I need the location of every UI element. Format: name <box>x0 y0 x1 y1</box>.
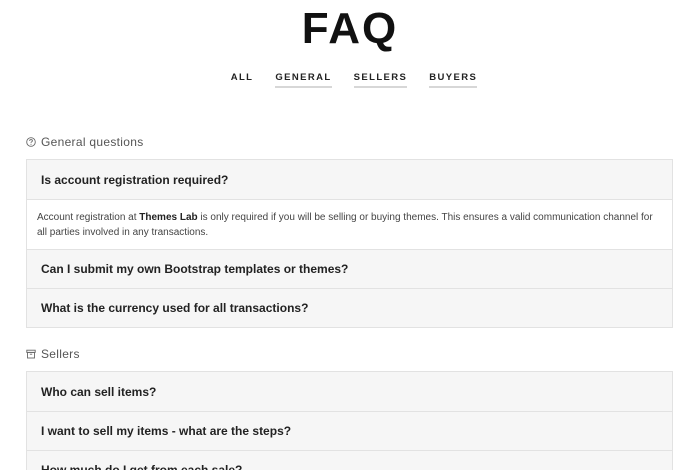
filter-buyers[interactable]: BUYERS <box>429 72 478 88</box>
faq-answer: Account registration at Themes Lab is on… <box>27 199 672 249</box>
faq-question[interactable]: How much do I get from each sale? <box>27 450 672 470</box>
archive-box-icon <box>26 349 36 359</box>
answer-brand: Themes Lab <box>139 212 198 223</box>
section-heading-sellers-label: Sellers <box>41 347 80 361</box>
faq-question[interactable]: What is the currency used for all transa… <box>27 288 672 327</box>
faq-question[interactable]: Who can sell items? <box>27 372 672 411</box>
faq-page: FAQ ALL GENERAL SELLERS BUYERS General q… <box>0 0 700 470</box>
section-heading-general-label: General questions <box>41 135 144 149</box>
question-circle-icon <box>26 137 36 147</box>
faq-accordion-sellers: Who can sell items? I want to sell my it… <box>26 371 673 470</box>
faq-accordion-general: Is account registration required? Accoun… <box>26 159 673 328</box>
filter-general[interactable]: GENERAL <box>275 72 332 88</box>
filter-tabs: ALL GENERAL SELLERS BUYERS <box>0 72 700 88</box>
faq-question[interactable]: I want to sell my items - what are the s… <box>27 411 672 450</box>
faq-question[interactable]: Can I submit my own Bootstrap templates … <box>27 249 672 288</box>
section-heading-general: General questions <box>26 135 144 149</box>
section-heading-sellers: Sellers <box>26 347 80 361</box>
filter-all[interactable]: ALL <box>231 72 254 88</box>
answer-text-prefix: Account registration at <box>37 212 140 223</box>
page-title: FAQ <box>301 4 399 53</box>
faq-question[interactable]: Is account registration required? <box>27 160 672 199</box>
filter-sellers[interactable]: SELLERS <box>353 72 408 88</box>
